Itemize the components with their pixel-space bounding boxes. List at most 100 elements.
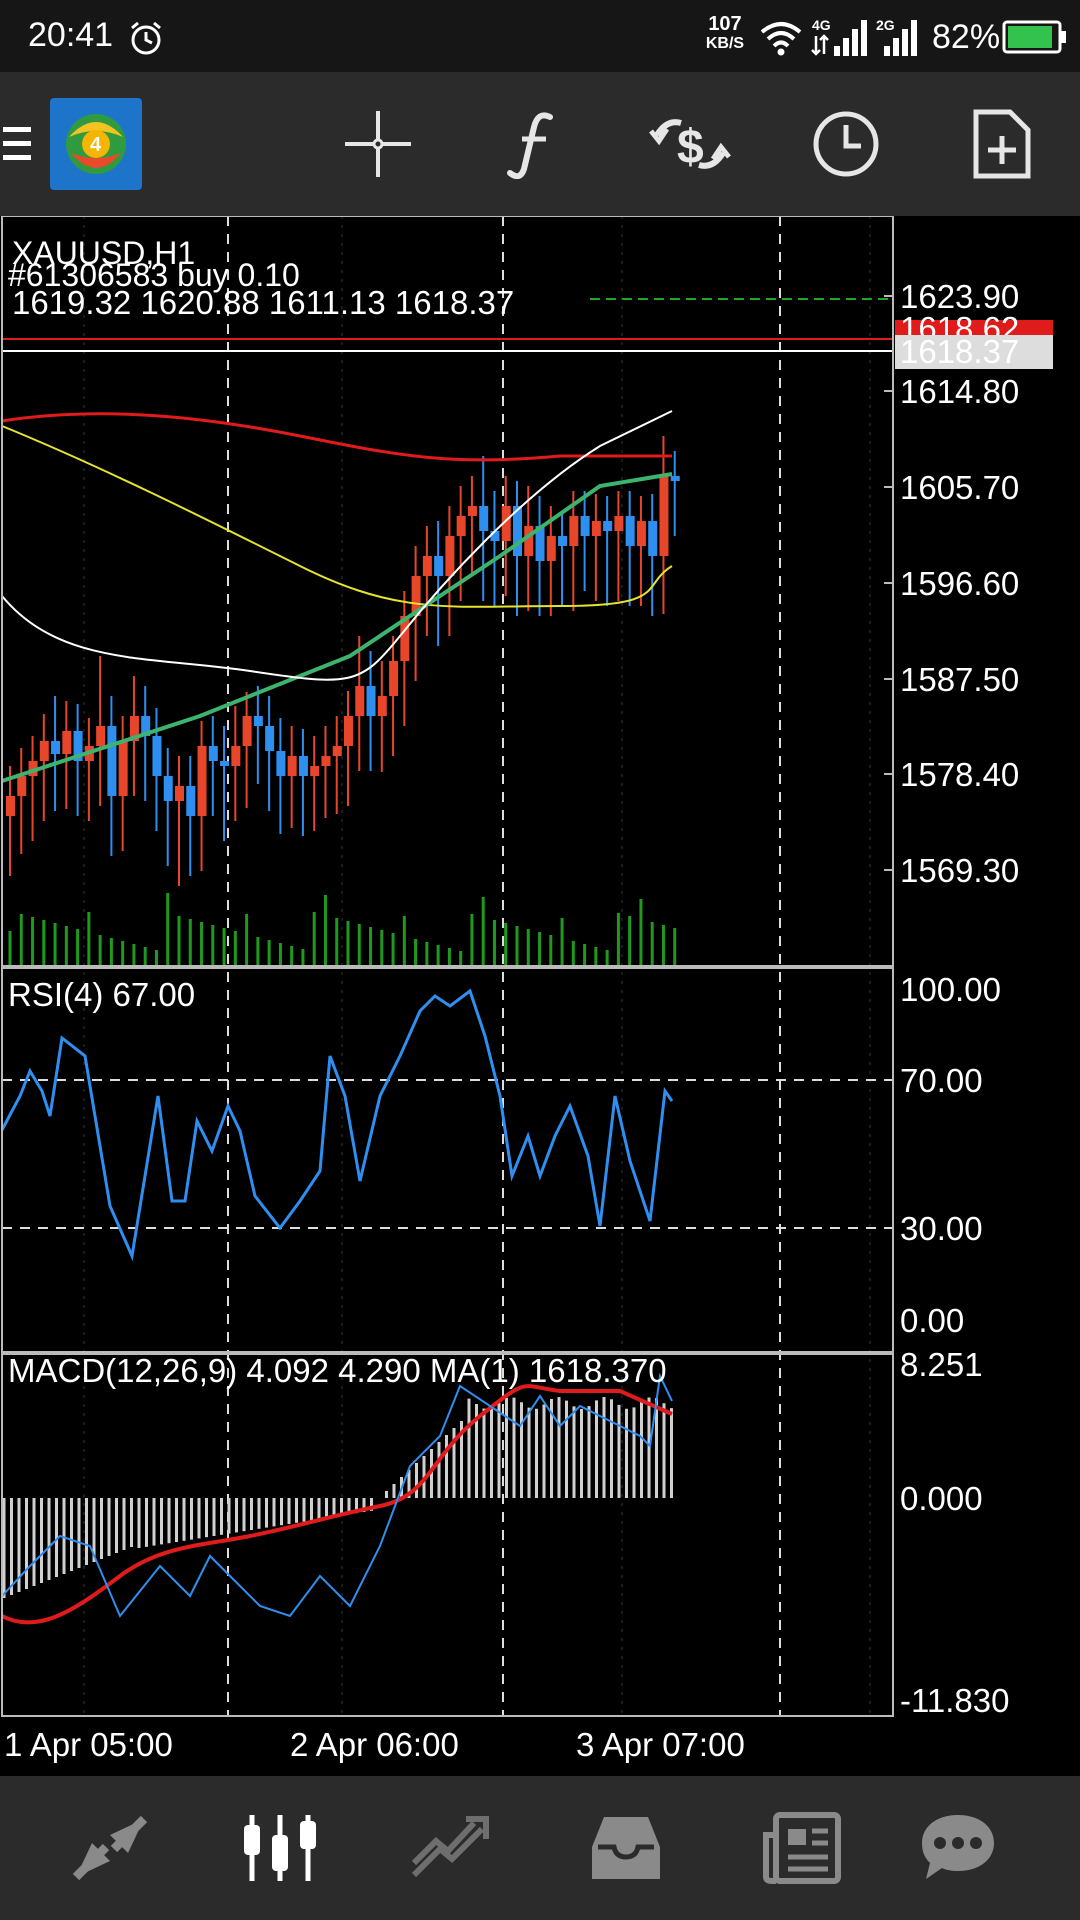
news-icon[interactable] [722,1776,882,1920]
top-toolbar: 4 $ [0,72,1080,216]
status-time: 20:41 [28,16,114,54]
candle-body [558,536,568,546]
candle-body [580,516,590,536]
candle-body [355,686,365,716]
candle-body [591,521,601,536]
candle-body [625,516,635,546]
candle-body [636,521,646,546]
wifi-icon [758,18,804,61]
signal-icon-2: 2G [876,16,920,63]
candle-body [186,786,196,816]
rsi-tick-label: 0.00 [900,1302,964,1339]
candle-body [332,746,342,756]
new-order-icon[interactable] [954,72,1050,216]
candle-body [253,716,263,726]
alarm-icon [126,18,166,63]
candle-body [107,726,117,796]
history-icon[interactable] [546,1776,706,1920]
crosshair-icon[interactable] [330,72,426,216]
candle-body [603,521,613,531]
rsi-line [0,988,674,1262]
candle-body [152,736,162,776]
price-tick-label: 1569.30 [900,852,1019,889]
bid-price-label: 1618.37 [900,333,1019,370]
mt4-app-icon[interactable]: 4 [48,72,144,216]
candle-body [659,476,669,556]
candle-body [175,786,184,801]
net-speed-unit: KB/S [705,35,745,52]
candle-body [62,731,72,754]
time-axis-label: 2 Apr 06:00 [290,1726,459,1763]
candle-body [197,746,207,816]
candle-body [231,746,241,766]
candle-body [377,696,387,716]
candle-body [298,756,308,776]
price-tick-label: 1587.50 [900,661,1019,698]
ma-red-line [1,412,672,462]
candle-body [39,741,49,761]
candle-body [467,506,477,516]
candle-body [546,536,556,561]
candle-body [6,796,15,816]
candle-body [96,726,106,746]
ohlc-label: 1619.32 1620.88 1611.13 1618.37 [12,284,514,321]
svg-text:$: $ [677,121,704,174]
macd-tick-label: 0.000 [900,1480,983,1517]
signal-icon-1: 4G [810,16,870,63]
candle-body [17,776,27,796]
candle-body [208,746,218,761]
candle-body [310,766,320,776]
chart-canvas[interactable]: XAUUSD,H1 #61306583 buy 0.10 1619.32 162… [0,215,1080,1776]
bottom-navigation [0,1776,1080,1920]
candle-body [389,661,399,696]
period-icon[interactable] [798,72,894,216]
candle-body [220,761,230,766]
time-axis-label: 3 Apr 07:00 [576,1726,745,1763]
macd-tick-label: 8.251 [900,1346,983,1383]
candle-body [456,516,466,536]
trade-nav-icon[interactable] [370,1776,530,1920]
price-tick-label: 1578.40 [900,756,1019,793]
rsi-tick-label: 30.00 [900,1210,983,1247]
candle-body [434,556,444,576]
svg-text:4: 4 [90,134,102,156]
indicators-icon[interactable] [486,72,582,216]
rsi-label: RSI(4) 67.00 [8,976,195,1013]
macd-tick-label: -11.830 [900,1682,1009,1719]
chat-icon[interactable] [878,1776,1038,1920]
macd-pane-frame [1,1353,894,1717]
network-2-label: 2G [876,17,895,33]
status-bar: 20:41 107 KB/S 4G 2G 82% [0,0,1080,72]
battery-percent: 82% [932,18,1001,56]
price-tick-label: 1596.60 [900,565,1019,602]
trade-icon[interactable]: $ [642,72,738,216]
candle-body [366,686,376,716]
candle-body [445,536,455,576]
candle-body [569,516,579,546]
time-axis-label: 1 Apr 05:00 [4,1726,173,1763]
candle-body [614,516,624,531]
chart-icon[interactable] [200,1776,360,1920]
macd-label: MACD(12,26,9) 4.092 4.290 MA(1) 1618.370 [8,1352,667,1389]
rsi-pane-frame [1,967,894,1353]
rsi-tick-label: 70.00 [900,1062,983,1099]
candle-body [265,726,275,751]
candle-body [163,776,173,801]
network-1-label: 4G [812,17,831,33]
candle-body [648,521,658,556]
chart-area[interactable]: XAUUSD,H1 #61306583 buy 0.10 1619.32 162… [0,215,1080,1776]
battery-icon [1002,20,1068,59]
price-tick-label: 1605.70 [900,469,1019,506]
rsi-tick-label: 100.00 [900,971,1001,1008]
candle-body [422,556,432,576]
net-speed-value: 107 [708,13,742,35]
candle-body [479,506,489,531]
candle-body [51,741,61,754]
macd-main-line [1,1372,673,1618]
candle-body [524,526,534,556]
menu-icon[interactable] [0,72,36,216]
net-speed: 107 KB/S [702,14,748,54]
price-tick-label: 1614.80 [900,373,1019,410]
quotes-icon[interactable] [30,1776,190,1920]
candle-body [287,756,297,776]
